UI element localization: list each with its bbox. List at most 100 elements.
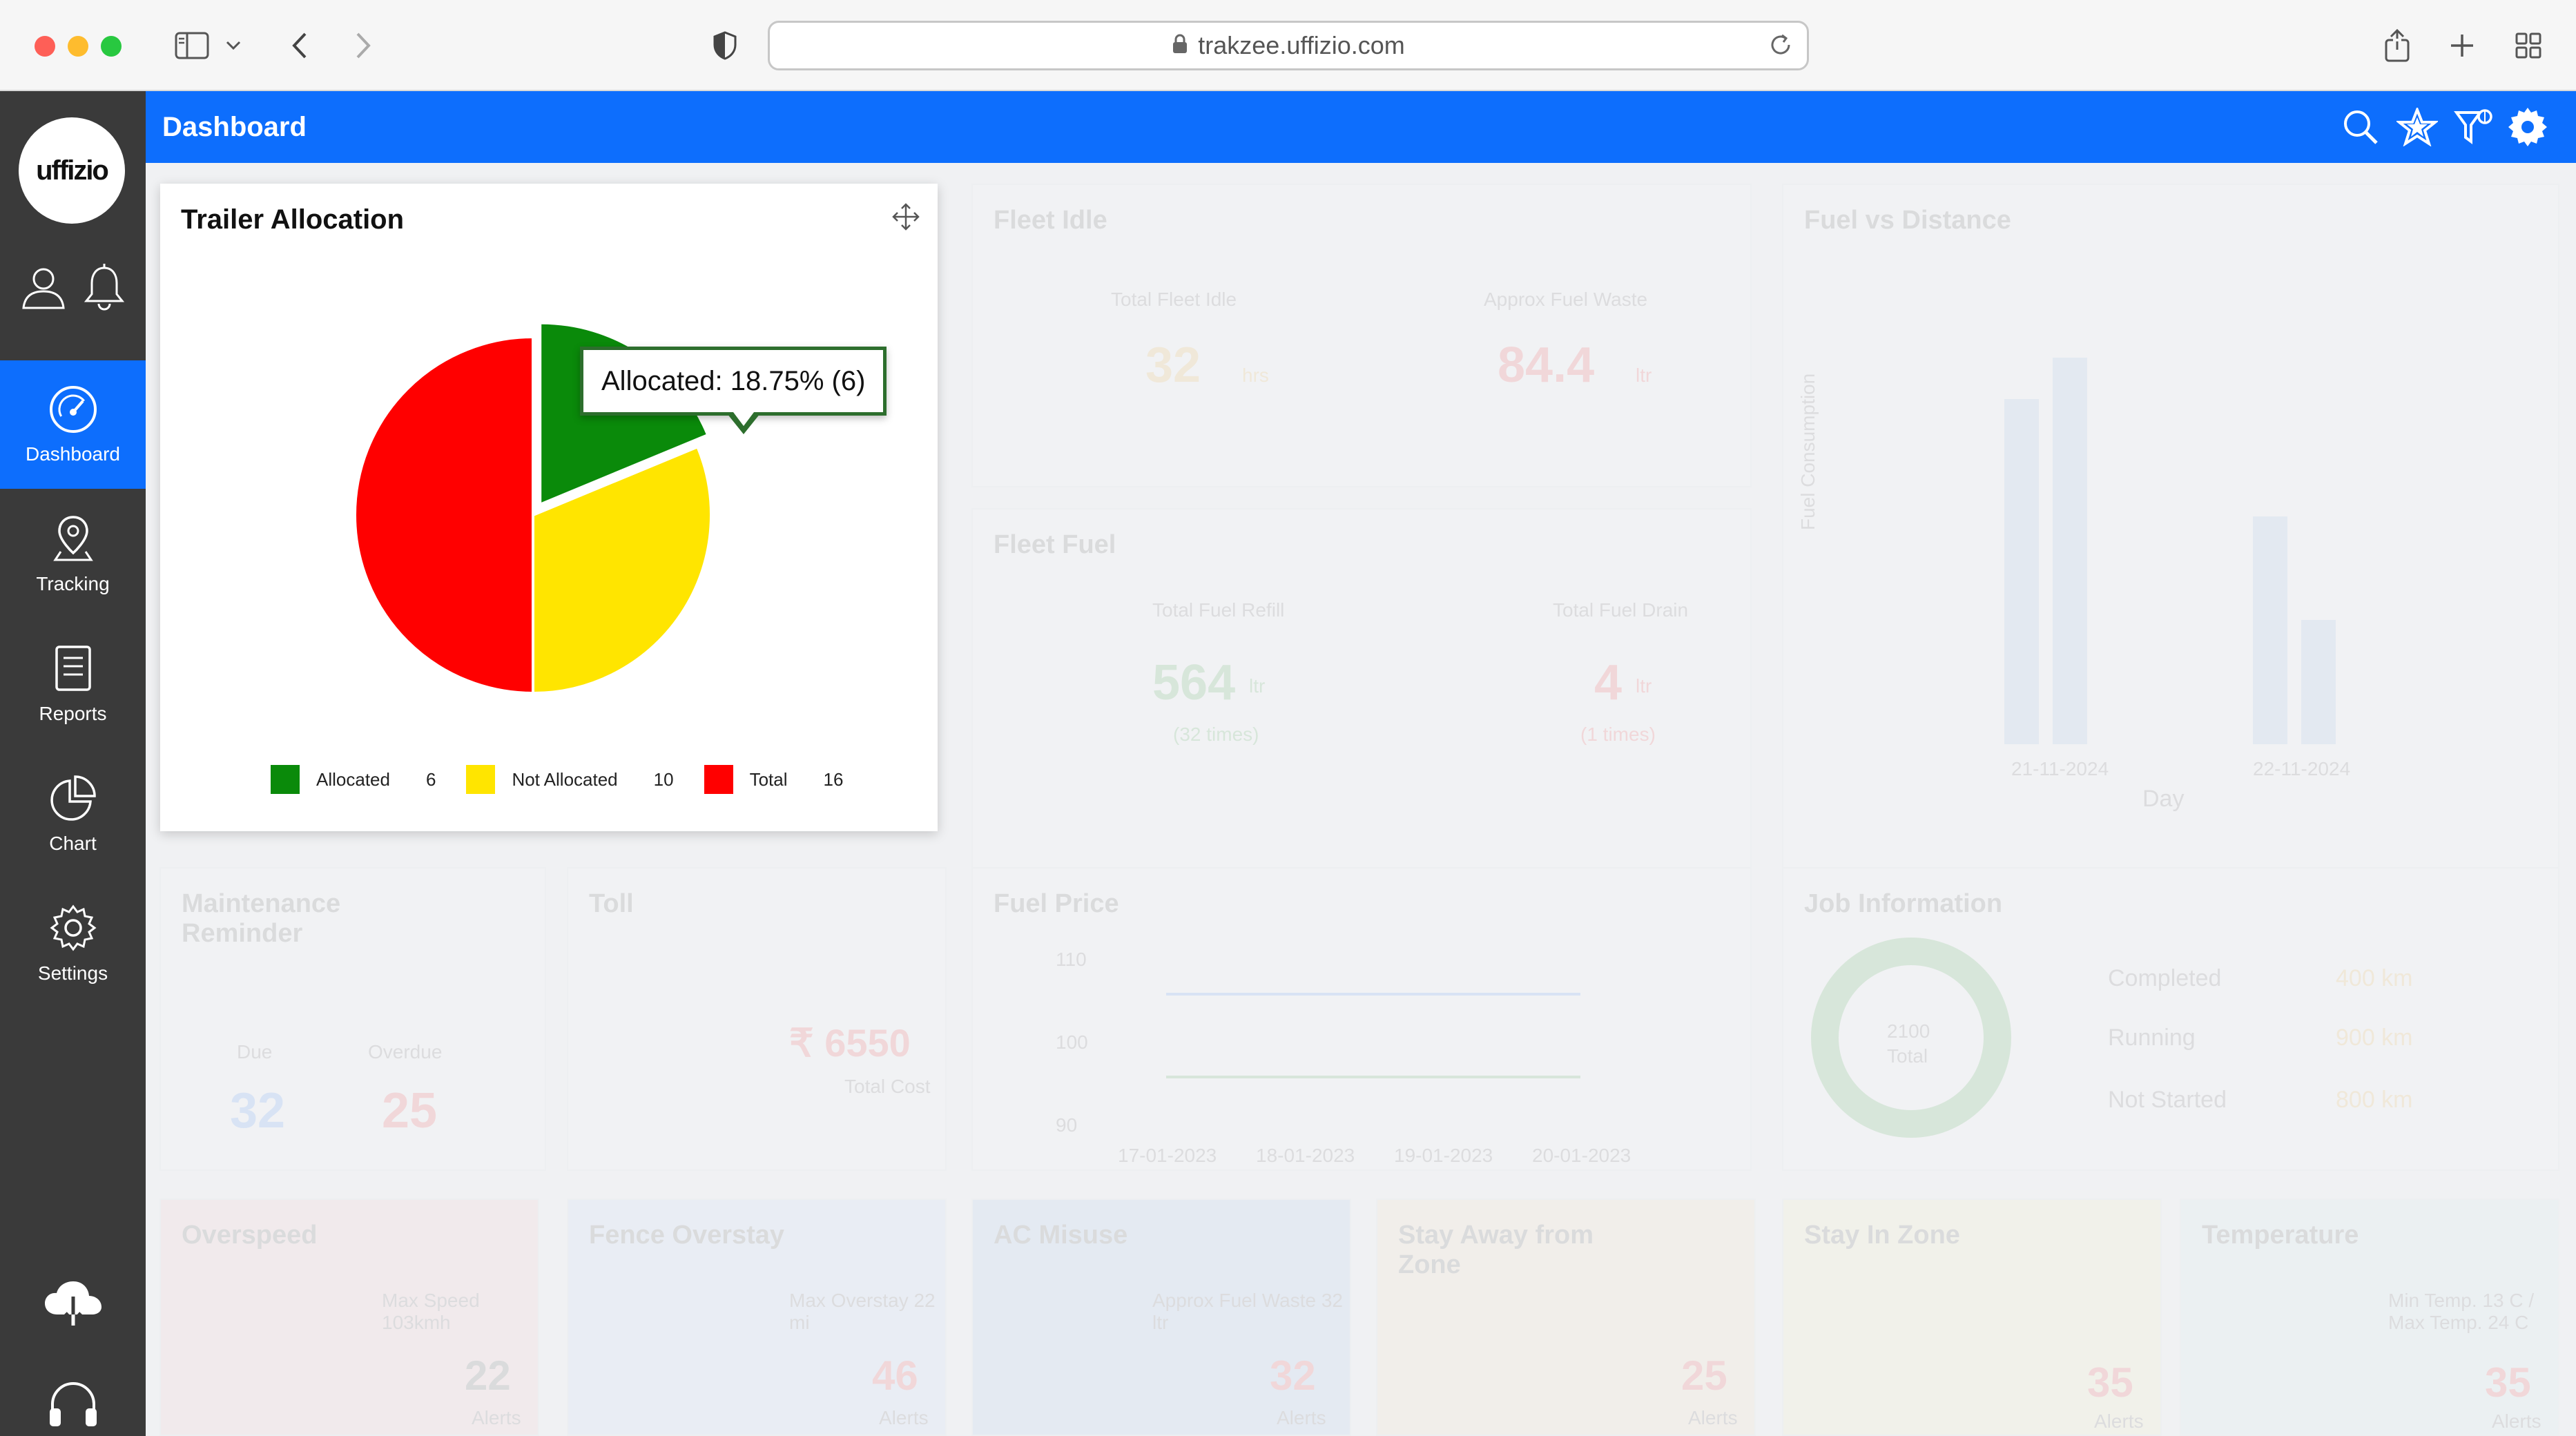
document-icon <box>54 644 93 696</box>
sidebar-item-label: Tracking <box>36 572 110 594</box>
fuel-waste-value: 84.4 <box>1498 338 1595 393</box>
sidebar-item-reports[interactable]: Reports <box>0 620 146 748</box>
toll-card[interactable]: Toll ₹ 6550 Total Cost <box>567 867 947 1171</box>
toll-sub: Total Cost <box>844 1076 931 1097</box>
job-row-value: 400 km <box>2336 965 2413 991</box>
stay-in-zone-card[interactable]: Stay In Zone 35 Alerts <box>1782 1199 2162 1436</box>
reload-icon[interactable] <box>1767 31 1794 62</box>
job-row-value: 800 km <box>2336 1087 2413 1113</box>
fuel-refill-value: 564 <box>1152 655 1236 710</box>
alert-value: 25 <box>1681 1352 1727 1399</box>
overdue-label: Overdue <box>368 1041 443 1063</box>
star-icon[interactable] <box>2396 106 2438 148</box>
sidebar-item-label: Settings <box>37 962 108 984</box>
card-title: Fence Overstay <box>589 1221 785 1250</box>
fuel-drain-label: Total Fuel Drain <box>1553 599 1689 621</box>
forward-arrow-icon[interactable] <box>342 25 384 66</box>
user-icon[interactable] <box>19 264 68 316</box>
fleet-idle-card[interactable]: Fleet Idle Total Fleet Idle 32 hrs Appro… <box>971 184 1752 487</box>
job-information-card[interactable]: Job Information 2100 Total Completed 400… <box>1782 867 2559 1171</box>
pie-legend: Allocated 6 Not Allocated 10 Total 16 <box>271 765 873 794</box>
legend-item-not-allocated[interactable]: Not Allocated 10 <box>466 765 674 794</box>
y-axis-label: Fuel Consumption <box>1797 373 1819 530</box>
card-title: Job Information <box>1804 889 2003 918</box>
x-tick-label: 17-01-2023 <box>1118 1145 1217 1166</box>
logo-text: uffizio <box>36 155 109 186</box>
legend-swatch <box>271 765 300 794</box>
maintenance-reminder-card[interactable]: Maintenance Reminder Due 32 Overdue 25 <box>159 867 546 1171</box>
legend-label: Not Allocated <box>512 768 618 790</box>
share-icon[interactable] <box>2376 25 2418 66</box>
job-row-value: 900 km <box>2336 1025 2413 1051</box>
new-tab-icon[interactable] <box>2441 25 2483 66</box>
alert-sub: Min Temp. 13 C / Max Temp. 24 C <box>2388 1290 2535 1333</box>
fuel-waste-unit: ltr <box>1636 365 1652 386</box>
minimize-window-button[interactable] <box>68 36 88 57</box>
sidebar-item-label: Reports <box>39 702 107 724</box>
fuel-refill-label: Total Fuel Refill <box>1152 599 1285 621</box>
url-text: trakzee.uffizio.com <box>1198 31 1405 59</box>
stay-away-from-zone-card[interactable]: Stay Away from Zone 25 Alerts <box>1376 1199 1756 1436</box>
fuel-refill-unit: ltr <box>1249 675 1266 697</box>
fuel-waste-label: Approx Fuel Waste <box>1484 289 1648 310</box>
temperature-card[interactable]: Temperature Min Temp. 13 C / Max Temp. 2… <box>2180 1199 2559 1436</box>
shield-icon[interactable] <box>704 25 746 66</box>
legend-item-total[interactable]: Total 16 <box>704 765 844 794</box>
sidebar-toggle-icon[interactable] <box>171 25 213 66</box>
filter-icon[interactable] <box>2453 106 2495 148</box>
legend-value: 10 <box>653 768 674 790</box>
y-tick-label: 100 <box>1056 1031 1088 1053</box>
x-tick-label: 21-11-2024 <box>2011 758 2109 779</box>
sidebar-item-tracking[interactable]: Tracking <box>0 490 146 619</box>
page-title: Dashboard <box>162 112 307 142</box>
headset-icon[interactable] <box>0 1381 146 1433</box>
fleet-idle-unit: hrs <box>1242 365 1269 386</box>
address-bar[interactable]: trakzee.uffizio.com <box>768 21 1809 70</box>
legend-item-allocated[interactable]: Allocated 6 <box>271 765 436 794</box>
sidebar-item-label: Chart <box>49 832 97 854</box>
sidebar-item-label: Dashboard <box>26 443 120 465</box>
legend-label: Allocated <box>316 768 390 790</box>
back-arrow-icon[interactable] <box>279 25 320 66</box>
job-total-label: Total <box>1887 1045 1928 1067</box>
tab-overview-icon[interactable] <box>2508 25 2549 66</box>
chevron-down-icon[interactable] <box>220 25 247 66</box>
sidebar-item-chart[interactable]: Chart <box>0 750 146 878</box>
lock-icon <box>1172 34 1188 58</box>
alert-unit: Alerts <box>2094 1410 2144 1432</box>
job-total-value: 2100 <box>1887 1020 1930 1042</box>
pie-slice-total[interactable] <box>354 335 534 695</box>
tooltip-arrow <box>727 409 760 434</box>
fuel-refill-times: (32 times) <box>1173 724 1259 745</box>
x-axis-label: Day <box>2142 786 2185 812</box>
cloud-download-icon[interactable] <box>0 1279 146 1327</box>
gear-icon[interactable] <box>2507 106 2548 148</box>
alert-unit: Alerts <box>472 1407 521 1428</box>
trailer-pie-chart <box>354 324 713 695</box>
fuel-price-card[interactable]: Fuel Price 110 100 90 17-01-2023 18-01-2… <box>971 867 1752 1171</box>
card-title: Stay In Zone <box>1804 1221 1960 1250</box>
bell-icon[interactable] <box>82 264 126 316</box>
search-icon[interactable] <box>2340 106 2381 148</box>
overspeed-card[interactable]: Overspeed Max Speed 103kmh 22 Alerts <box>159 1199 539 1436</box>
x-tick-label: 20-01-2023 <box>1532 1145 1631 1166</box>
alert-unit: Alerts <box>879 1407 929 1428</box>
zoom-window-button[interactable] <box>101 36 122 57</box>
legend-value: 16 <box>823 768 844 790</box>
ac-misuse-card[interactable]: AC Misuse Approx Fuel Waste 32 ltr 32 Al… <box>971 1199 1351 1436</box>
close-window-button[interactable] <box>35 36 55 57</box>
tooltip-text: Allocated: 18.75% (6) <box>601 365 866 396</box>
sidebar-item-dashboard[interactable]: Dashboard <box>0 360 146 489</box>
pie-tooltip: Allocated: 18.75% (6) <box>580 347 887 434</box>
uffizio-logo[interactable]: uffizio <box>19 117 125 224</box>
alert-sub: Max Overstay 22 mi <box>789 1290 936 1333</box>
fuel-vs-distance-card[interactable]: Fuel vs Distance Fuel Consumption 21-11-… <box>1782 184 2559 964</box>
price-line <box>1166 1076 1580 1078</box>
fence-overstay-card[interactable]: Fence Overstay Max Overstay 22 mi 46 Ale… <box>567 1199 947 1436</box>
card-title: Toll <box>589 889 634 918</box>
sidebar-item-settings[interactable]: Settings <box>0 880 146 1008</box>
trailer-allocation-card[interactable]: Trailer Allocation Allocated: 18.75% (6)… <box>160 184 938 831</box>
legend-swatch <box>466 765 496 794</box>
alert-sub: Approx Fuel Waste 32 ltr <box>1152 1290 1343 1333</box>
job-row-label: Completed <box>2108 965 2222 991</box>
